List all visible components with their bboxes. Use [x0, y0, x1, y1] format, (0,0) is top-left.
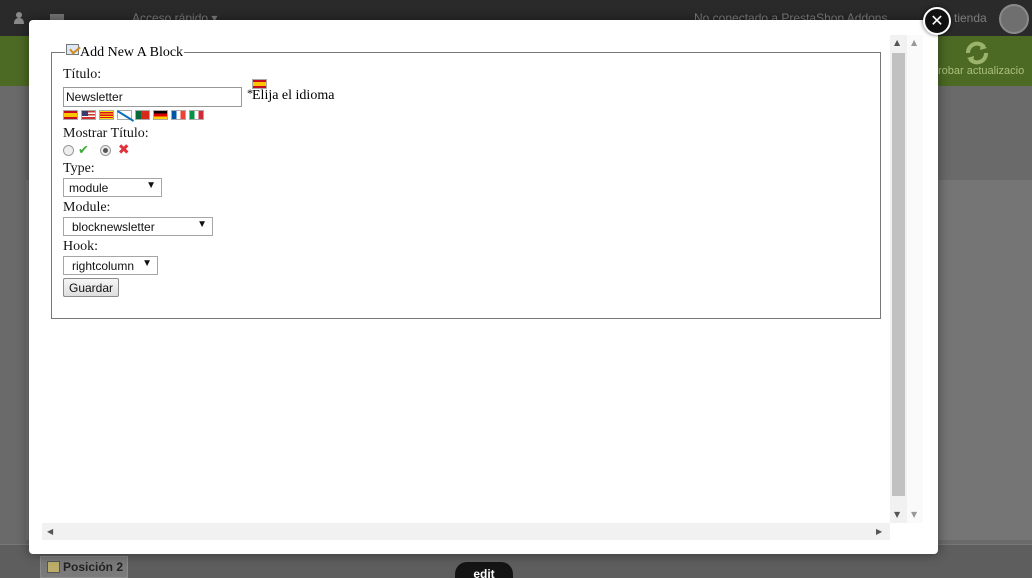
flag-gl-icon[interactable] — [117, 110, 132, 120]
check-icon: ✔ — [78, 142, 89, 158]
dropdown-arrow-icon: ▼ — [142, 258, 152, 269]
scroll-up-icon[interactable]: ▲ — [894, 38, 900, 47]
save-button[interactable]: Guardar — [63, 278, 120, 297]
edit-icon — [66, 44, 79, 55]
hook-label: Hook: — [63, 239, 98, 254]
position-tab: Posición 2 — [40, 556, 128, 578]
type-label: Type: — [63, 161, 95, 176]
edit-tab: edit — [455, 562, 513, 578]
type-select[interactable]: module ▼ — [63, 178, 162, 197]
dropdown-arrow-icon: ▼ — [146, 180, 156, 191]
flag-ca-icon[interactable] — [99, 110, 114, 120]
show-title-yes-radio[interactable] — [63, 144, 74, 156]
scroll-right-icon[interactable]: ▶ — [876, 527, 882, 536]
modal-content: Add New A Block Título: * Elija el idiom… — [42, 35, 923, 543]
refresh-icon — [966, 41, 988, 65]
scroll-left-icon[interactable]: ◀ — [47, 527, 53, 536]
form-legend-label: Add New A Block — [80, 45, 184, 60]
modal-dialog: Add New A Block Título: * Elija el idiom… — [29, 20, 938, 554]
scrollbar-corner — [907, 524, 923, 540]
horizontal-scrollbar[interactable]: ◀ ▶ — [42, 523, 890, 540]
show-title-label: Mostrar Título: — [63, 126, 149, 141]
image-icon — [47, 561, 60, 573]
scroll-down-icon[interactable]: ▼ — [894, 510, 900, 519]
vertical-scrollbar[interactable]: ▲ ▼ — [890, 35, 907, 523]
cross-icon: ✖ — [117, 142, 130, 158]
show-title-options: ✔ ✖ — [63, 142, 880, 158]
hook-select[interactable]: rightcolumn ▼ — [63, 256, 158, 275]
avatar — [999, 4, 1029, 34]
scroll-up-icon[interactable]: ▲ — [911, 38, 917, 47]
hook-select-value: rightcolumn — [72, 259, 135, 273]
dropdown-arrow-icon: ▼ — [197, 219, 207, 230]
form-legend: Add New A Block — [65, 44, 184, 61]
flag-fr-icon[interactable] — [171, 110, 186, 120]
close-icon: ✕ — [930, 11, 944, 30]
store-link: tienda — [954, 11, 987, 25]
flag-it-icon[interactable] — [189, 110, 204, 120]
close-button[interactable]: ✕ — [923, 7, 951, 35]
flag-es-icon[interactable] — [63, 110, 78, 120]
user-icon — [14, 12, 24, 24]
show-title-no-radio[interactable] — [99, 144, 111, 156]
module-select-value: blocknewsletter — [72, 220, 155, 234]
add-block-form: Add New A Block Título: * Elija el idiom… — [51, 44, 881, 319]
scrollbar-thumb[interactable] — [892, 53, 905, 496]
module-select[interactable]: blocknewsletter ▼ — [63, 217, 213, 236]
choose-language-label: Elija el idioma — [252, 88, 335, 103]
outer-vertical-scrollbar[interactable]: ▲ ▼ — [907, 35, 923, 523]
scroll-down-icon[interactable]: ▼ — [911, 510, 917, 519]
title-label: Título: — [63, 67, 102, 82]
flag-pt-icon[interactable] — [135, 110, 150, 120]
language-flags — [63, 110, 880, 122]
type-select-value: module — [69, 181, 109, 195]
flag-de-icon[interactable] — [153, 110, 168, 120]
module-label: Module: — [63, 200, 111, 215]
position-tab-label: Posición 2 — [63, 560, 124, 574]
flag-en-icon[interactable] — [81, 110, 96, 120]
title-input[interactable] — [63, 87, 242, 107]
update-label: robar actualizacio — [938, 65, 1025, 77]
